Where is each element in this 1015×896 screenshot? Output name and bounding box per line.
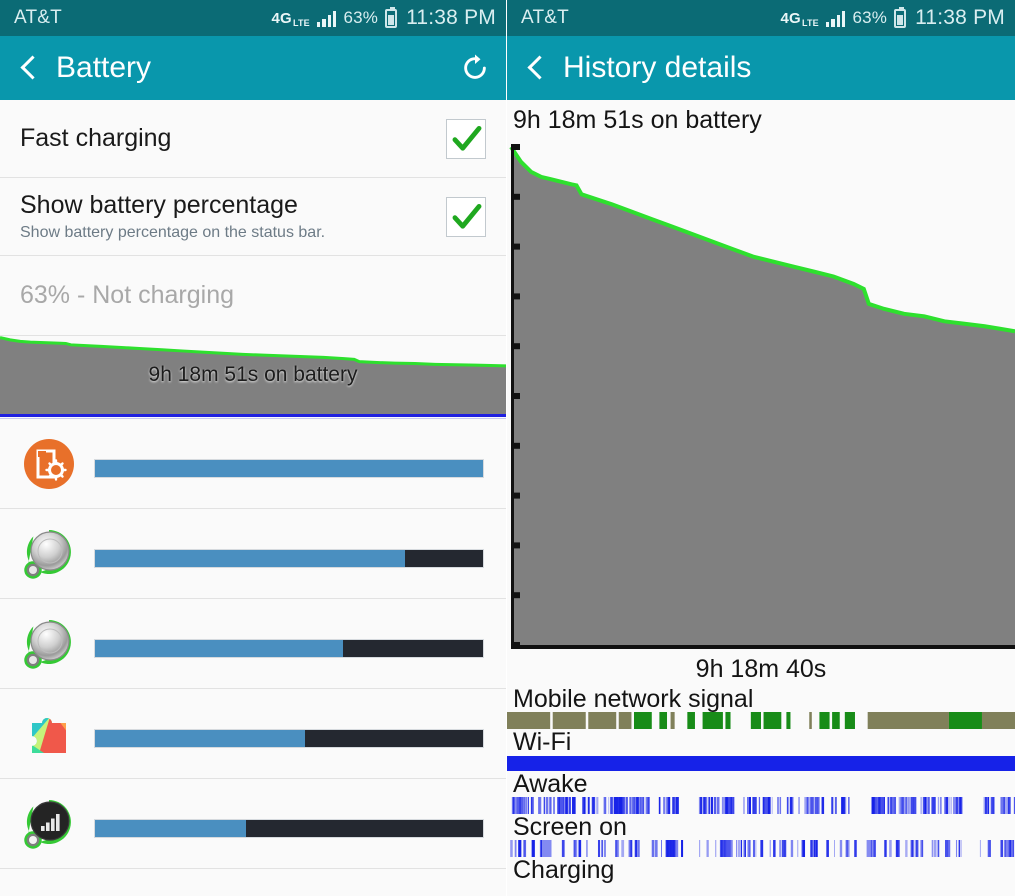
signal-bars-icon: [316, 10, 337, 27]
back-chevron-icon[interactable]: [523, 55, 549, 81]
clock-label: 11:38 PM: [406, 6, 496, 29]
usage-progress-bar: [94, 728, 484, 748]
screen-brightness-icon: [20, 435, 78, 493]
timeline-track-label: Mobile network signal: [513, 685, 754, 713]
usage-progress-bar: [94, 818, 484, 838]
timeline-track: Charging: [507, 856, 1015, 884]
lte-icon: 4G LTE: [271, 9, 310, 28]
history-header-label: 9h 18m 51s on battery: [507, 100, 1015, 139]
battery-history-chart-svg: [509, 144, 1015, 649]
cell-standby-icon: [20, 795, 78, 853]
usage-row-body: [94, 630, 484, 658]
show-battery-percentage-checkbox[interactable]: [446, 196, 486, 237]
lte-icon: 4G LTE: [780, 9, 819, 28]
timeline-track-label: Charging: [513, 856, 615, 884]
wifi-bar: [507, 755, 1015, 771]
usage-row-body: [94, 720, 484, 748]
usage-row-body: [94, 540, 484, 568]
history-details-panel: AT&T 4G LTE 63% 11:38 PM History details …: [507, 0, 1015, 896]
battery-status-label: 63% - Not charging: [20, 281, 235, 309]
awake-bar: [507, 796, 1015, 814]
battery-usage-row[interactable]: [0, 689, 506, 779]
battery-usage-row[interactable]: [0, 779, 506, 869]
refresh-icon[interactable]: [460, 53, 490, 83]
timeline-track-label: Awake: [513, 769, 588, 798]
back-chevron-icon[interactable]: [16, 55, 42, 81]
timeline-track-label: Wi-Fi: [513, 728, 572, 757]
page-title: History details: [563, 51, 752, 84]
battery-settings-panel: AT&T 4G LTE 63% 11:38 PM Battery Fast cha…: [0, 0, 507, 896]
timeline-track: Awake: [507, 769, 1015, 814]
battery-icon: [894, 6, 907, 28]
timeline-tracks: Mobile network signal Wi-Fi Awake Screen on…: [507, 686, 1015, 883]
carrier-label: AT&T: [14, 7, 62, 28]
setting-row-fast-charging[interactable]: Fast charging: [0, 100, 506, 178]
mini-graph-label: 9h 18m 51s on battery: [148, 363, 358, 386]
status-bar-left: AT&T 4G LTE 63% 11:38 PM: [0, 0, 506, 36]
battery-usage-list: [0, 419, 506, 869]
battery-usage-row[interactable]: [0, 509, 506, 599]
clock-label: 11:38 PM: [915, 6, 1005, 29]
setting-title: Fast charging: [20, 124, 172, 153]
chart-duration-label: 9h 18m 40s: [695, 655, 827, 683]
screen-on-bar: [507, 840, 1015, 857]
timeline-track: Mobile network signal: [507, 685, 1015, 730]
android-system-icon: [20, 525, 78, 583]
usage-progress-bar: [94, 548, 484, 568]
usage-row-body: [94, 810, 484, 838]
setting-title: Show battery percentage: [20, 191, 298, 220]
battery-history-mini-graph[interactable]: 9h 18m 51s on battery: [0, 336, 506, 414]
mobile-signal-bar: [507, 712, 1015, 730]
battery-icon: [385, 6, 398, 28]
usage-progress-bar: [94, 638, 484, 658]
fast-charging-checkbox[interactable]: [446, 118, 486, 159]
battery-status-row: 63% - Not charging: [0, 256, 506, 336]
action-bar-right: History details: [507, 36, 1015, 100]
timeline-track: Screen on: [507, 812, 1015, 857]
google-play-services-icon: [20, 705, 78, 763]
status-bar-right: AT&T 4G LTE 63% 11:38 PM: [507, 0, 1015, 36]
timeline-track-label: Screen on: [513, 812, 627, 841]
usage-progress-bar: [94, 458, 484, 478]
setting-row-show-battery-percentage[interactable]: Show battery percentage Show battery per…: [0, 178, 506, 256]
battery-usage-row[interactable]: [0, 419, 506, 509]
signal-bars-icon: [825, 10, 846, 27]
usage-row-body: [94, 450, 484, 478]
android-os-icon: [20, 615, 78, 673]
page-title: Battery: [56, 51, 152, 84]
battery-history-chart[interactable]: [507, 139, 1015, 651]
setting-subtitle: Show battery percentage on the status ba…: [20, 223, 326, 241]
battery-usage-row[interactable]: [0, 599, 506, 689]
battery-percent-label: 63%: [852, 8, 888, 27]
battery-percent-label: 63%: [343, 8, 379, 27]
timeline-track: Wi-Fi: [507, 728, 1015, 771]
carrier-label: AT&T: [521, 7, 569, 28]
action-bar-left: Battery: [0, 36, 506, 100]
